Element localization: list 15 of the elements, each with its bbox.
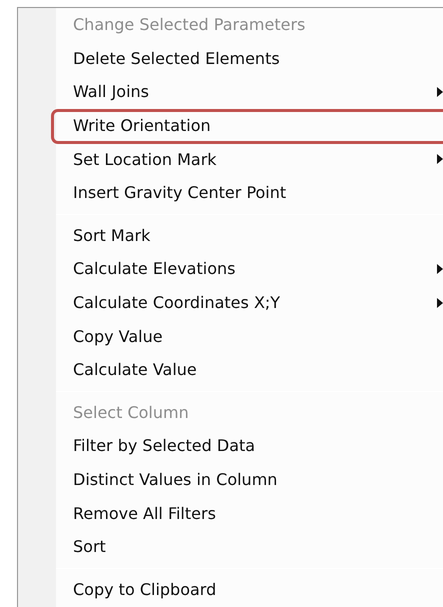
menu-item[interactable]: Insert Gravity Center Point — [73, 183, 286, 202]
menu-item[interactable]: Calculate Coordinates X;Y — [73, 292, 280, 312]
menu-item[interactable]: Distinct Values in Column — [73, 470, 278, 490]
menu-item[interactable]: Calculate Elevations — [73, 259, 236, 279]
menu-item[interactable]: Remove All Filters — [73, 504, 216, 523]
menu-item[interactable]: Sort — [73, 537, 106, 556]
menu-item[interactable]: Wall Joins — [73, 82, 150, 102]
menu-item[interactable]: Delete Selected Elements — [73, 48, 280, 68]
menu-item[interactable]: Copy to Clipboard — [73, 580, 216, 599]
menu-item[interactable]: Copy Value — [73, 326, 163, 346]
menu-item[interactable]: Sort Mark — [73, 226, 150, 245]
menu-item[interactable]: Set Location Mark — [73, 150, 217, 169]
menu-item[interactable]: Filter by Selected Data — [73, 436, 256, 456]
menu-item[interactable]: Calculate Value — [73, 360, 197, 380]
menu-item[interactable]: Write Orientation — [73, 116, 211, 136]
